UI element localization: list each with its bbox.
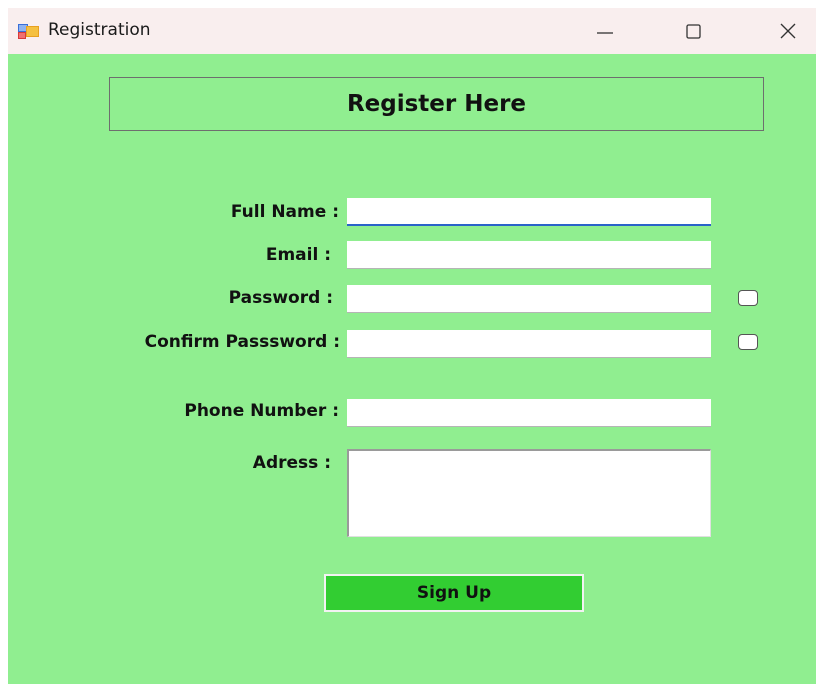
confirm-password-label: Confirm Passsword : xyxy=(144,332,340,352)
show-password-checkbox[interactable] xyxy=(738,290,758,306)
email-label: Email : xyxy=(265,245,331,265)
minimize-button[interactable] xyxy=(582,8,628,54)
maximize-button[interactable] xyxy=(671,8,717,54)
close-icon xyxy=(780,23,796,39)
maximize-icon xyxy=(686,24,701,39)
full-name-field[interactable] xyxy=(347,198,711,226)
page-title: Register Here xyxy=(346,91,527,117)
sign-up-button[interactable]: Sign Up xyxy=(324,574,584,612)
phone-number-label: Phone Number : xyxy=(184,401,339,421)
password-field[interactable] xyxy=(347,285,711,313)
address-textarea[interactable] xyxy=(347,449,711,537)
full-name-label: Full Name : xyxy=(230,202,339,222)
password-label: Password : xyxy=(228,288,333,308)
registration-window: Registration Register Here Full Name : E… xyxy=(8,8,816,684)
minimize-icon xyxy=(597,32,613,34)
close-button[interactable] xyxy=(765,8,811,54)
address-label: Adress : xyxy=(252,453,331,473)
app-form-icon xyxy=(18,22,40,40)
header-panel: Register Here xyxy=(109,77,764,131)
email-field[interactable] xyxy=(347,241,711,269)
phone-number-field[interactable] xyxy=(347,399,711,427)
window-title: Registration xyxy=(48,20,151,40)
confirm-password-field[interactable] xyxy=(347,330,711,358)
show-confirm-password-checkbox[interactable] xyxy=(738,334,758,350)
title-bar[interactable]: Registration xyxy=(8,8,816,54)
